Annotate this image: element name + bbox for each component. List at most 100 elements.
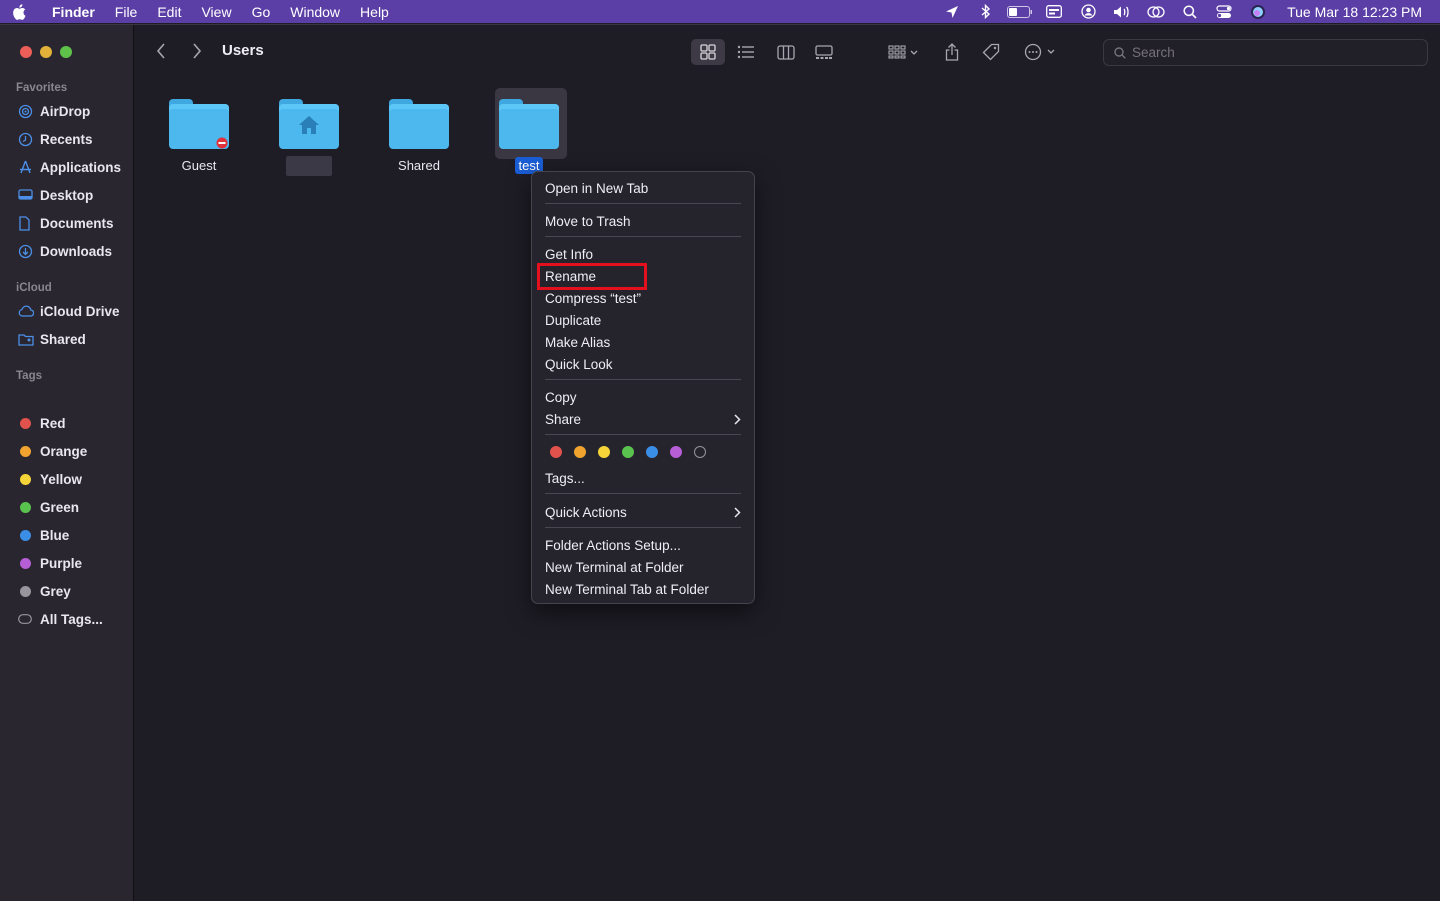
menu-item-new-terminal-tab[interactable]: New Terminal Tab at Folder [545, 579, 741, 599]
group-grid-icon [888, 45, 918, 59]
menu-help[interactable]: Help [350, 4, 399, 20]
menu-item-new-terminal[interactable]: New Terminal at Folder [545, 557, 741, 577]
screen-mirroring-icon[interactable] [1139, 5, 1173, 19]
search-icon [1114, 46, 1126, 59]
chevron-right-icon [734, 413, 741, 425]
menu-edit[interactable]: Edit [147, 4, 191, 20]
sidebar-all-tags[interactable]: All Tags... [18, 608, 103, 630]
sidebar-tag-yellow[interactable]: Yellow [18, 468, 82, 490]
location-icon[interactable] [935, 5, 969, 19]
sidebar-tag-purple[interactable]: Purple [18, 552, 82, 574]
folder-item-test[interactable]: test [484, 88, 574, 174]
folder-item-shared[interactable]: Shared [374, 99, 464, 174]
menu-item-quick-look[interactable]: Quick Look [545, 354, 741, 374]
folder-item-guest[interactable]: Guest [154, 99, 244, 174]
close-window-button[interactable] [20, 46, 32, 58]
sidebar-item-desktop[interactable]: Desktop [18, 184, 93, 206]
menu-item-duplicate[interactable]: Duplicate [545, 310, 741, 330]
sidebar-item-label: Purple [40, 555, 83, 571]
column-view-button[interactable] [771, 39, 801, 65]
sidebar-item-label: Documents [40, 215, 114, 231]
menu-file[interactable]: File [105, 4, 148, 20]
menu-item-quick-actions[interactable]: Quick Actions [545, 502, 741, 522]
sidebar-item-label: Desktop [40, 187, 94, 203]
list-view-button[interactable] [731, 39, 761, 65]
sidebar-tag-orange[interactable]: Orange [18, 440, 87, 462]
menu-item-copy[interactable]: Copy [545, 387, 741, 407]
sidebar-item-icloud-shared[interactable]: Shared [18, 328, 86, 350]
sidebar-item-label: iCloud Drive [40, 303, 120, 319]
back-button[interactable] [149, 39, 173, 63]
sidebar-item-applications[interactable]: Applications [18, 156, 121, 178]
tag-color-orange[interactable] [574, 446, 586, 458]
menu-bar: Finder File Edit View Go Window Help Tue… [0, 0, 1440, 23]
menu-item-get-info[interactable]: Get Info [545, 244, 741, 264]
tag-dot-green [20, 501, 31, 513]
search-field[interactable]: Search [1103, 39, 1428, 66]
menu-view[interactable]: View [191, 4, 241, 20]
tag-button[interactable] [980, 39, 1002, 65]
volume-icon[interactable] [1105, 5, 1139, 19]
folder-item-home[interactable] [264, 99, 354, 176]
menu-item-open-new-tab[interactable]: Open in New Tab [545, 178, 741, 198]
icon-view-button[interactable] [691, 39, 725, 65]
menu-window[interactable]: Window [280, 4, 350, 20]
sidebar-tag-grey[interactable]: Grey [18, 580, 71, 602]
sidebar-item-downloads[interactable]: Downloads [18, 240, 112, 262]
menu-item-label: New Terminal Tab at Folder [545, 581, 709, 597]
forward-button[interactable] [185, 39, 209, 63]
menu-item-label: New Terminal at Folder [545, 559, 684, 575]
menubar-clock[interactable]: Tue Mar 18 12:23 PM [1275, 4, 1440, 20]
sidebar-item-airdrop[interactable]: AirDrop [18, 100, 90, 122]
menu-separator [545, 434, 741, 435]
tag-color-blue[interactable] [646, 446, 658, 458]
minimize-window-button[interactable] [40, 46, 52, 58]
sidebar-item-recents[interactable]: Recents [18, 128, 93, 150]
menu-separator [545, 203, 741, 204]
sidebar-tag-blue[interactable]: Blue [18, 524, 69, 546]
house-icon [299, 116, 319, 134]
menu-item-label: Move to Trash [545, 213, 631, 229]
search-placeholder: Search [1132, 45, 1175, 60]
battery-icon[interactable] [1003, 5, 1037, 18]
siri-icon[interactable] [1241, 4, 1275, 20]
menu-item-tags[interactable]: Tags... [545, 468, 741, 488]
menu-finder[interactable]: Finder [38, 4, 105, 20]
tag-color-green[interactable] [622, 446, 634, 458]
chevron-right-icon [734, 506, 741, 518]
menu-item-compress[interactable]: Compress “test” [545, 288, 741, 308]
menu-item-folder-actions-setup[interactable]: Folder Actions Setup... [545, 535, 741, 555]
menu-item-share[interactable]: Share [545, 409, 741, 429]
gallery-view-button[interactable] [809, 39, 839, 65]
tag-color-none[interactable] [694, 446, 706, 458]
menu-item-move-to-trash[interactable]: Move to Trash [545, 211, 741, 231]
menu-go[interactable]: Go [242, 4, 281, 20]
user-account-icon[interactable] [1071, 4, 1105, 19]
share-button[interactable] [941, 39, 963, 65]
group-by-button[interactable] [883, 39, 923, 65]
tag-color-yellow[interactable] [598, 446, 610, 458]
menu-item-label: Quick Actions [545, 504, 627, 520]
chevron-right-icon [193, 43, 202, 59]
tag-color-purple[interactable] [670, 446, 682, 458]
keyboard-input-icon[interactable] [1037, 5, 1071, 18]
ellipsis-circle-icon [1024, 43, 1055, 61]
more-actions-button[interactable] [1023, 39, 1059, 65]
menu-item-make-alias[interactable]: Make Alias [545, 332, 741, 352]
bluetooth-icon[interactable] [969, 4, 1003, 19]
spotlight-icon[interactable] [1173, 4, 1207, 19]
context-menu: Open in New Tab Move to Trash Get Info R… [531, 171, 755, 604]
sidebar-section-tags: Tags [16, 370, 42, 382]
zoom-window-button[interactable] [60, 46, 72, 58]
sidebar-item-label: Red [40, 415, 66, 431]
sidebar-tag-red[interactable]: Red [18, 412, 66, 434]
sidebar-item-icloud-drive[interactable]: iCloud Drive [18, 300, 120, 322]
sidebar-item-documents[interactable]: Documents [18, 212, 114, 234]
sidebar-tag-green[interactable]: Green [18, 496, 79, 518]
folder-icon [389, 99, 449, 149]
tag-color-red[interactable] [550, 446, 562, 458]
apple-menu-icon[interactable] [0, 3, 38, 20]
menu-item-label: Folder Actions Setup... [545, 537, 681, 553]
control-center-icon[interactable] [1207, 4, 1241, 19]
sidebar-item-label: Green [40, 499, 80, 515]
